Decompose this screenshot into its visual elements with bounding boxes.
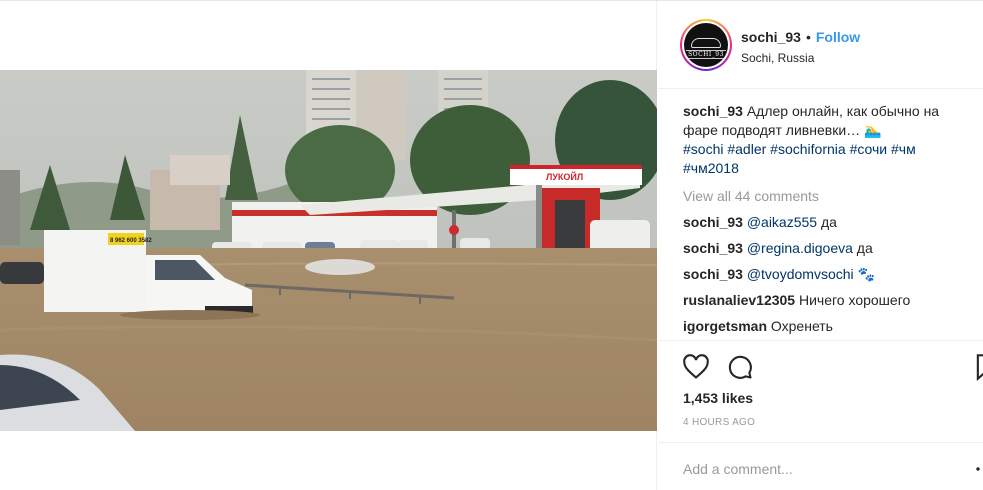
comment-item: sochi_93 @regina.digoeva да (683, 239, 973, 258)
bookmark-icon[interactable] (972, 353, 983, 381)
avatar-label: SOCHI_93 (686, 49, 726, 59)
comment-username-link[interactable]: sochi_93 (683, 214, 743, 230)
comment-mention-link[interactable]: @aikaz555 (747, 214, 817, 230)
action-bar (658, 340, 983, 390)
header-username-link[interactable]: sochi_93 (741, 29, 801, 45)
comment-text: Ничего хорошего (798, 292, 911, 308)
comment-username-link[interactable]: ruslanaliev12305 (683, 292, 795, 308)
post-caption: sochi_93 Адлер онлайн, как обычно на фар… (683, 102, 973, 178)
hashtag-link[interactable]: #sochifornia (770, 141, 846, 157)
comment-username-link[interactable]: igorgetsman (683, 318, 767, 334)
avatar-image: SOCHI_93 (684, 23, 728, 67)
post-timestamp[interactable]: 4 HOURS AGO (683, 417, 755, 428)
comment-item: igorgetsman Охренеть (683, 317, 973, 336)
header-user-line: sochi_93 • Follow (741, 29, 860, 45)
follow-button[interactable]: Follow (816, 29, 860, 45)
view-all-comments-link[interactable]: View all 44 comments (683, 187, 973, 206)
flood-scene-image: ЛУКОЙЛ 8 962 600 3582 (0, 70, 657, 431)
comment-mention-link[interactable]: @regina.digoeva (747, 240, 853, 256)
hashtag-link[interactable]: #чм (891, 141, 916, 157)
post-container: ЛУКОЙЛ 8 962 600 3582 SOCHI_93 sochi_93 … (0, 0, 983, 490)
comment-text: да (856, 240, 873, 256)
comment-item: ruslanaliev12305 Ничего хорошего (683, 291, 973, 310)
comment-text: 🐾 (857, 266, 875, 282)
location-link[interactable]: Sochi, Russia (741, 51, 814, 65)
comment-mention-link[interactable]: @tvoydomvsochi (747, 266, 854, 282)
hashtag-link[interactable]: #adler (727, 141, 766, 157)
more-options-icon[interactable] (972, 459, 983, 479)
comment-text: Охренеть (770, 318, 833, 334)
heart-icon[interactable] (682, 353, 710, 381)
post-header: SOCHI_93 sochi_93 • Follow Sochi, Russia (658, 1, 983, 89)
caption-username-link[interactable]: sochi_93 (683, 103, 743, 119)
lukoil-sign: ЛУКОЙЛ (546, 171, 583, 182)
comment-item: sochi_93 @tvoydomvsochi 🐾 (683, 265, 973, 284)
hashtag-link[interactable]: #чм2018 (683, 160, 739, 176)
separator-bullet: • (805, 29, 811, 45)
post-photo[interactable]: ЛУКОЙЛ 8 962 600 3582 (0, 70, 657, 431)
hashtag-link[interactable]: #сочи (850, 141, 888, 157)
add-comment-input[interactable]: Add a comment... (683, 461, 793, 477)
comments-section: sochi_93 Адлер онлайн, как обычно на фар… (683, 102, 973, 336)
comment-item: sochi_93 @aikaz555 да (683, 213, 973, 232)
avatar[interactable]: SOCHI_93 (680, 19, 732, 71)
car-logo-icon (691, 37, 721, 48)
comment-icon[interactable] (726, 353, 754, 381)
hashtag-link[interactable]: #sochi (683, 141, 723, 157)
add-comment-bar: Add a comment... (658, 442, 983, 490)
truck-phone: 8 962 600 3582 (110, 238, 152, 244)
post-sidebar: SOCHI_93 sochi_93 • Follow Sochi, Russia… (658, 1, 983, 490)
media-panel: ЛУКОЙЛ 8 962 600 3582 (0, 1, 657, 490)
like-count[interactable]: 1,453 likes (683, 390, 753, 406)
comment-text: да (820, 214, 837, 230)
comment-username-link[interactable]: sochi_93 (683, 240, 743, 256)
comment-username-link[interactable]: sochi_93 (683, 266, 743, 282)
